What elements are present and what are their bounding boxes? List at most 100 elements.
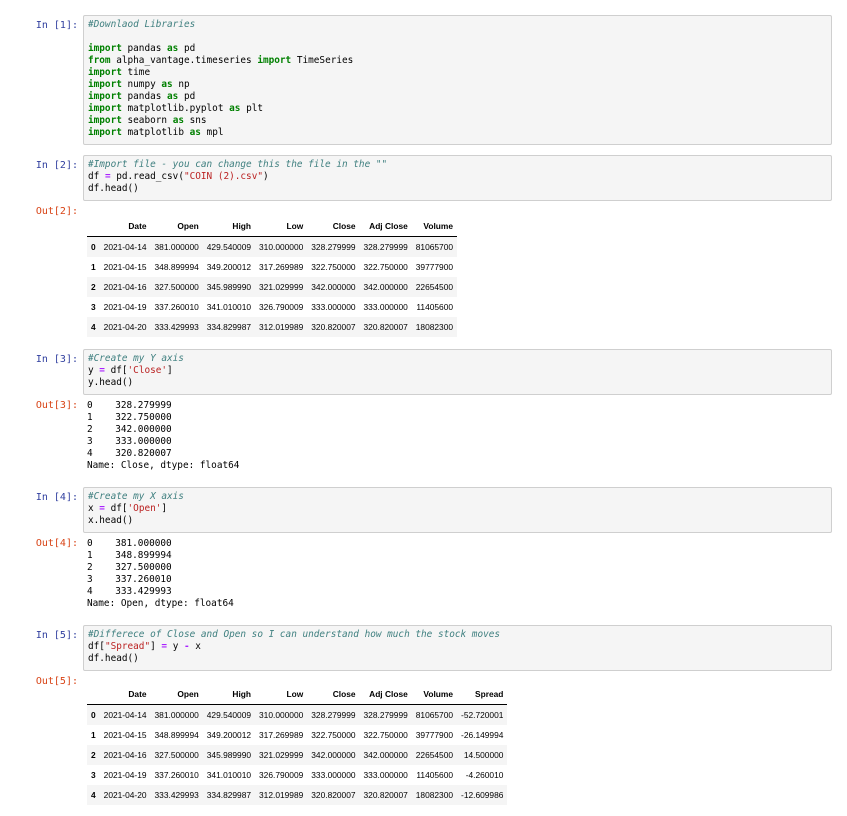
output-line: 1 348.899994 (87, 550, 172, 561)
code-cell-5[interactable]: #Differece of Close and Open so I can un… (83, 625, 832, 671)
row-index: 4 (87, 317, 100, 337)
table-cell: 320.820007 (307, 317, 360, 337)
code-token: df (88, 171, 105, 182)
series-output-3: 0 328.279999 1 322.750000 2 342.000000 3 33… (87, 400, 239, 472)
column-header: Open (150, 684, 203, 705)
table-cell: 334.829987 (202, 317, 256, 337)
code-token: df.head() (88, 653, 139, 664)
code-cell-3[interactable]: #Create my Y axis y = df['Close'] y.head() (83, 349, 832, 395)
code-token: import (88, 103, 122, 114)
table-cell: 2021-04-20 (99, 785, 151, 805)
code-token: y.head() (88, 377, 134, 388)
table-row: 2 2021-04-16 327.500000 345.989990 321.02999… (87, 745, 508, 765)
output-line: 4 333.429993 (87, 586, 172, 597)
code-token: #Differece of Close and Open so I can un… (88, 629, 501, 640)
column-header: Spread (457, 684, 508, 705)
table-cell: 39777900 (415, 730, 454, 740)
table-cell: 81065700 (411, 704, 458, 725)
out-prompt-3: Out[3]: (35, 400, 78, 411)
table-cell: 342.000000 (307, 277, 360, 297)
output-line: 0 381.000000 (87, 538, 172, 549)
table-cell: 320.820007 (307, 785, 360, 805)
code-token: matplotlib (121, 127, 190, 138)
code-line: #Import file - you can change this the f… (88, 159, 827, 171)
code-line: import numpy as np (88, 79, 827, 91)
code-line: import matplotlib as mpl (88, 127, 827, 139)
table-cell: 326.790009 (259, 302, 304, 312)
table-cell: 381.000000 (150, 704, 203, 725)
table-cell: 328.279999 (359, 236, 412, 257)
table-cell: 18082300 (411, 317, 458, 337)
table-row: 3 2021-04-19 337.260010 341.010010 326.79000… (87, 765, 507, 785)
output-line: 0 328.279999 (87, 400, 172, 411)
code-token: y (88, 365, 100, 376)
table-cell: 333.000000 (363, 302, 408, 312)
code-line: import matplotlib.pyplot as plt (88, 103, 827, 115)
code-line: import time (88, 67, 827, 79)
output-line: 2 342.000000 (87, 424, 172, 435)
code-cell-1[interactable]: #Downlaod Libraries import pandas as pd fr… (83, 15, 832, 145)
row-index: 1 (91, 730, 96, 740)
table-cell: 327.500000 (150, 277, 203, 297)
code-line: df["Spread"] = y - x (88, 641, 827, 653)
code-cell-2[interactable]: #Import file - you can change this the f… (83, 155, 832, 201)
code-token: #Import file - you can change this the f… (88, 159, 388, 170)
in-prompt-2: In [2]: (35, 160, 78, 171)
output-line: Name: Close, dtype: float64 (87, 460, 240, 471)
code-line: #Create my Y axis (88, 353, 827, 365)
column-header: Adj Close (359, 684, 412, 705)
table-cell: 22654500 (411, 277, 458, 297)
table-cell: 2021-04-16 (99, 745, 151, 765)
code-token: ) (263, 171, 269, 182)
code-token: pd.read_csv( (110, 171, 184, 182)
in-prompt-4: In [4]: (35, 492, 78, 503)
code-token: import (88, 67, 122, 78)
code-token: TimeSeries (291, 55, 354, 66)
table-cell: 345.989990 (202, 745, 256, 765)
table-cell: 333.000000 (311, 302, 356, 312)
table-cell: 328.279999 (307, 704, 360, 725)
row-index: 2 (87, 277, 100, 297)
table-cell: 312.019989 (255, 317, 308, 337)
table-cell: 310.000000 (255, 236, 308, 257)
table-cell: 327.500000 (150, 745, 203, 765)
code-token: matplotlib.pyplot (121, 103, 230, 114)
code-token: import (88, 91, 122, 102)
table-cell: 429.540009 (202, 704, 256, 725)
column-header: Close (307, 684, 360, 705)
table-cell: 22654500 (411, 745, 458, 765)
row-index: 3 (91, 302, 96, 312)
table-cell: 317.269989 (259, 262, 304, 272)
table-cell: 2021-04-19 (103, 302, 147, 312)
code-line: y = df['Close'] (88, 365, 827, 377)
table-cell: 320.820007 (359, 785, 412, 805)
output-line: 2 327.500000 (87, 562, 172, 573)
code-token: x (88, 503, 100, 514)
code-token: pd (178, 43, 196, 54)
table-cell: 2021-04-14 (99, 704, 151, 725)
code-token: pandas (121, 43, 168, 54)
table-cell: 381.000000 (150, 236, 203, 257)
table-cell: 312.019989 (255, 785, 308, 805)
code-token: ] (150, 641, 162, 652)
column-header (87, 216, 100, 237)
series-output-4: 0 381.000000 1 348.899994 2 327.500000 3 33… (87, 538, 234, 610)
table-header-row: Date Open High Low Close Adj Close Volume Sprea… (87, 684, 508, 705)
code-token: #Downlaod Libraries (88, 19, 196, 30)
code-cell-4[interactable]: #Create my X axis x = df['Open'] x.head() (83, 487, 832, 533)
table-row: 4 2021-04-20 333.429993 334.829987 312.01998… (87, 785, 508, 805)
table-cell: 322.750000 (363, 730, 408, 740)
table-cell: 333.000000 (363, 770, 408, 780)
table-header-row: Date Open High Low Close Adj Close Volume (87, 216, 458, 237)
row-index: 0 (87, 236, 100, 257)
code-token: np (172, 79, 190, 90)
table-cell: 348.899994 (154, 730, 199, 740)
code-token: as (229, 103, 241, 114)
code-line: #Downlaod Libraries (88, 19, 827, 31)
table-row: 2 2021-04-16 327.500000 345.989990 321.02999… (87, 277, 458, 297)
code-token: "COIN (2).csv" (183, 171, 263, 182)
code-line: df.head() (88, 183, 827, 195)
output-line: 1 322.750000 (87, 412, 172, 423)
table-cell: 342.000000 (359, 277, 412, 297)
